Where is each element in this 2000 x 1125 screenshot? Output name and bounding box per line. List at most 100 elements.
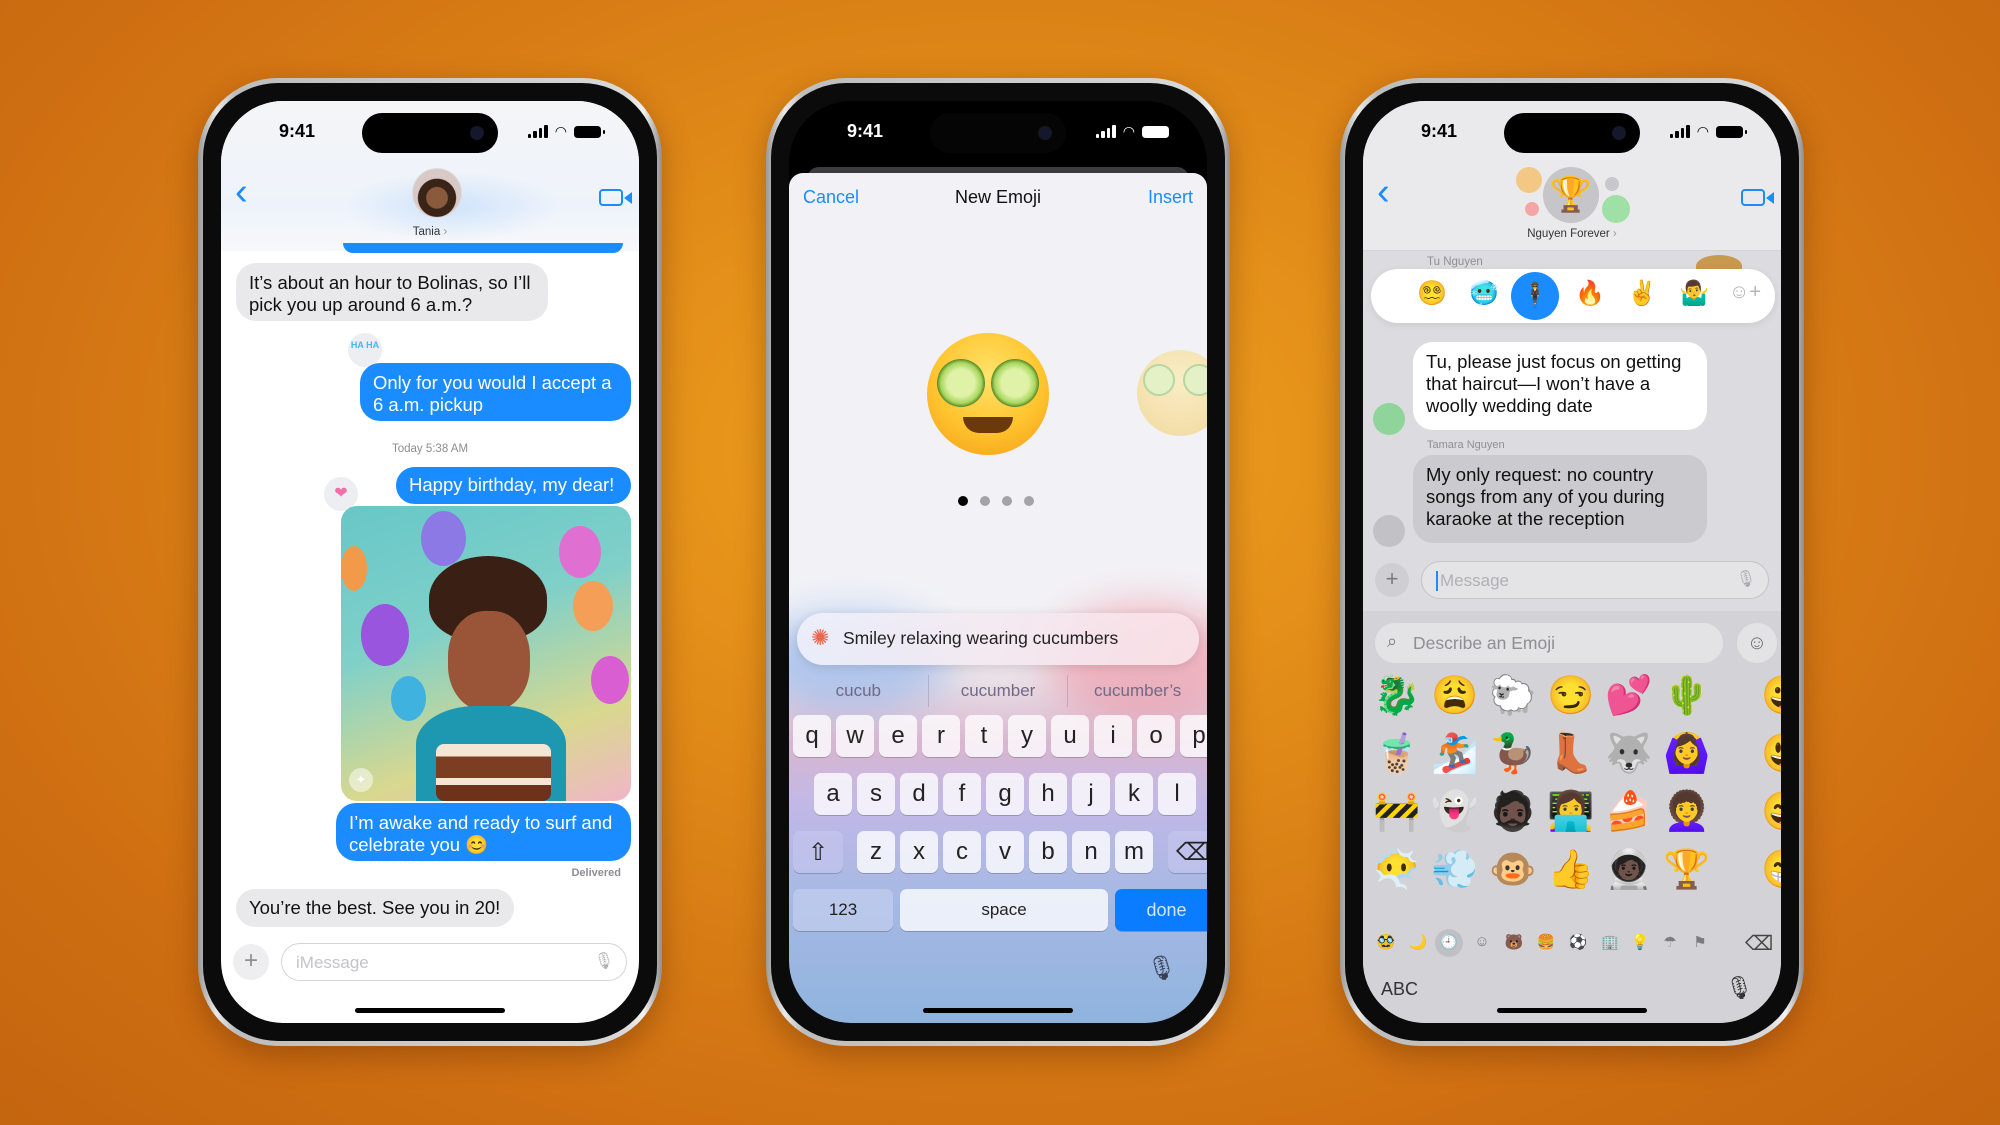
key-s[interactable]: s <box>857 773 895 815</box>
category-stickers-icon[interactable]: 🌙 <box>1405 933 1431 951</box>
plus-button[interactable]: + <box>233 944 269 980</box>
abc-key[interactable]: ABC <box>1381 979 1418 1000</box>
category-recent-icon[interactable]: 🕘 <box>1435 929 1463 957</box>
key-d[interactable]: d <box>900 773 938 815</box>
group-avatar[interactable]: 🏆 <box>1543 167 1599 223</box>
delete-key[interactable]: ⌫ <box>1745 931 1773 956</box>
key-k[interactable]: k <box>1115 773 1153 815</box>
category-food-icon[interactable]: 🍔 <box>1533 933 1559 951</box>
key-f[interactable]: f <box>943 773 981 815</box>
create-genmoji-button[interactable]: ☺ <box>1737 623 1777 663</box>
key-g[interactable]: g <box>986 773 1024 815</box>
category-flags-icon[interactable]: ⚑ <box>1687 933 1713 951</box>
key-w[interactable]: w <box>836 715 874 757</box>
page-dot-active[interactable] <box>958 496 968 506</box>
tapback-option[interactable]: 🤷‍♂️ <box>1679 279 1709 308</box>
category-symbols-icon[interactable]: ☂ <box>1657 933 1683 951</box>
key-h[interactable]: h <box>1029 773 1067 815</box>
message-bubble-sent[interactable]: Happy birthday, my dear! <box>396 467 631 504</box>
key-c[interactable]: c <box>943 831 981 873</box>
emoji-cell[interactable]: 🍰 <box>1603 789 1655 835</box>
message-bubble-received[interactable]: It’s about an hour to Bolinas, so I’ll p… <box>236 263 548 321</box>
emoji-cell[interactable]: 🐑 <box>1487 673 1539 719</box>
category-activity-icon[interactable]: ⚽ <box>1565 933 1591 951</box>
microphone-icon[interactable]: 🎙 <box>1736 569 1756 589</box>
emoji-cell[interactable]: 😀 <box>1759 673 1781 719</box>
emoji-cell[interactable]: 👩‍🦱 <box>1661 789 1713 835</box>
key-m[interactable]: m <box>1115 831 1153 873</box>
birthday-image[interactable]: ✦ <box>341 506 631 801</box>
tapback-option[interactable]: 🔥 <box>1575 279 1605 308</box>
page-indicator[interactable] <box>958 496 1034 506</box>
message-input[interactable]: Message 🎙 <box>1421 561 1769 599</box>
emoji-cell[interactable]: 🧔🏿 <box>1487 789 1539 835</box>
tapback-option[interactable]: 😵‍💫 <box>1417 279 1447 308</box>
emoji-cell[interactable]: 👍 <box>1545 847 1597 893</box>
key-t[interactable]: t <box>965 715 1003 757</box>
imessage-input[interactable]: iMessage 🎙 <box>281 943 627 981</box>
page-dot[interactable] <box>1002 496 1012 506</box>
emoji-prompt-input[interactable]: ✺ Smiley relaxing wearing cucumbers <box>797 613 1199 665</box>
shift-key[interactable]: ⇧ <box>793 831 843 873</box>
page-dot[interactable] <box>980 496 990 506</box>
generated-emoji-cucumber[interactable] <box>927 333 1049 455</box>
key-z[interactable]: z <box>857 831 895 873</box>
tapback-option[interactable]: 🥶 <box>1469 279 1499 308</box>
numbers-key[interactable]: 123 <box>793 889 893 931</box>
category-objects-icon[interactable]: 💡 <box>1627 933 1653 951</box>
category-smileys-icon[interactable]: ☺ <box>1469 933 1495 950</box>
key-o[interactable]: o <box>1137 715 1175 757</box>
dictation-microphone-icon[interactable]: 🎙 <box>1725 975 1753 1001</box>
insert-button[interactable]: Insert <box>1148 187 1193 208</box>
emoji-cell[interactable]: 😏 <box>1545 673 1597 719</box>
microphone-icon[interactable]: 🎙 <box>594 951 614 971</box>
describe-emoji-search[interactable]: ⌕ Describe an Emoji <box>1375 623 1723 663</box>
emoji-cell[interactable]: 😁 <box>1759 847 1781 893</box>
emoji-cell[interactable]: 😶‍🌫️ <box>1371 847 1423 893</box>
emoji-cell[interactable]: 🏂 <box>1429 731 1481 777</box>
emoji-cell[interactable]: 👩‍💻 <box>1545 789 1597 835</box>
key-n[interactable]: n <box>1072 831 1110 873</box>
emoji-cell[interactable]: 🙆‍♀️ <box>1661 731 1713 777</box>
message-bubble-sent[interactable]: I’m awake and ready to surf and celebrat… <box>336 803 631 861</box>
key-x[interactable]: x <box>900 831 938 873</box>
emoji-cell[interactable]: 🐺 <box>1603 731 1655 777</box>
emoji-cell[interactable]: 😩 <box>1429 673 1481 719</box>
key-r[interactable]: r <box>922 715 960 757</box>
contact-name[interactable]: Tania › <box>221 226 639 238</box>
emoji-cell[interactable]: 👻 <box>1429 789 1481 835</box>
emoji-cell[interactable]: 👢 <box>1545 731 1597 777</box>
done-key[interactable]: done <box>1115 889 1207 931</box>
emoji-cell[interactable]: 🏆 <box>1661 847 1713 893</box>
haha-tapback-icon[interactable]: HA HA <box>348 333 382 367</box>
message-bubble-sent[interactable]: Only for you would I accept a 6 a.m. pic… <box>360 363 631 421</box>
key-p[interactable]: p <box>1180 715 1207 757</box>
tapback-option-selected[interactable]: 🕴 <box>1511 272 1559 320</box>
emoji-cell[interactable]: 😄 <box>1759 789 1781 835</box>
key-v[interactable]: v <box>986 831 1024 873</box>
suggestion-item[interactable]: cucumber <box>929 675 1069 707</box>
contact-avatar[interactable] <box>412 168 462 218</box>
message-bubble-received[interactable]: My only request: no country songs from a… <box>1413 455 1707 543</box>
emoji-cell[interactable]: 🧋 <box>1371 731 1423 777</box>
delete-key[interactable]: ⌫ <box>1168 831 1207 873</box>
key-a[interactable]: a <box>814 773 852 815</box>
key-q[interactable]: q <box>793 715 831 757</box>
key-j[interactable]: j <box>1072 773 1110 815</box>
key-l[interactable]: l <box>1158 773 1196 815</box>
key-y[interactable]: y <box>1008 715 1046 757</box>
emoji-cell[interactable]: 😃 <box>1759 731 1781 777</box>
emoji-cell[interactable]: 💨 <box>1429 847 1481 893</box>
category-animals-icon[interactable]: 🐻 <box>1501 933 1527 951</box>
group-name[interactable]: Nguyen Forever › <box>1363 228 1781 240</box>
emoji-cell[interactable]: 🦆 <box>1487 731 1539 777</box>
dictation-microphone-icon[interactable]: 🎙 <box>1147 954 1177 983</box>
emoji-cell[interactable]: 🚧 <box>1371 789 1423 835</box>
emoji-cell[interactable]: 🧑🏿‍🚀 <box>1603 847 1655 893</box>
emoji-cell[interactable]: 🌵 <box>1661 673 1713 719</box>
suggestion-item[interactable]: cucub <box>789 675 929 707</box>
category-memoji-icon[interactable]: 🥸 <box>1373 933 1399 951</box>
emoji-cell[interactable]: 🐵 <box>1487 847 1539 893</box>
back-chevron-icon[interactable]: ‹ <box>235 171 248 214</box>
category-travel-icon[interactable]: 🏢 <box>1597 933 1623 951</box>
